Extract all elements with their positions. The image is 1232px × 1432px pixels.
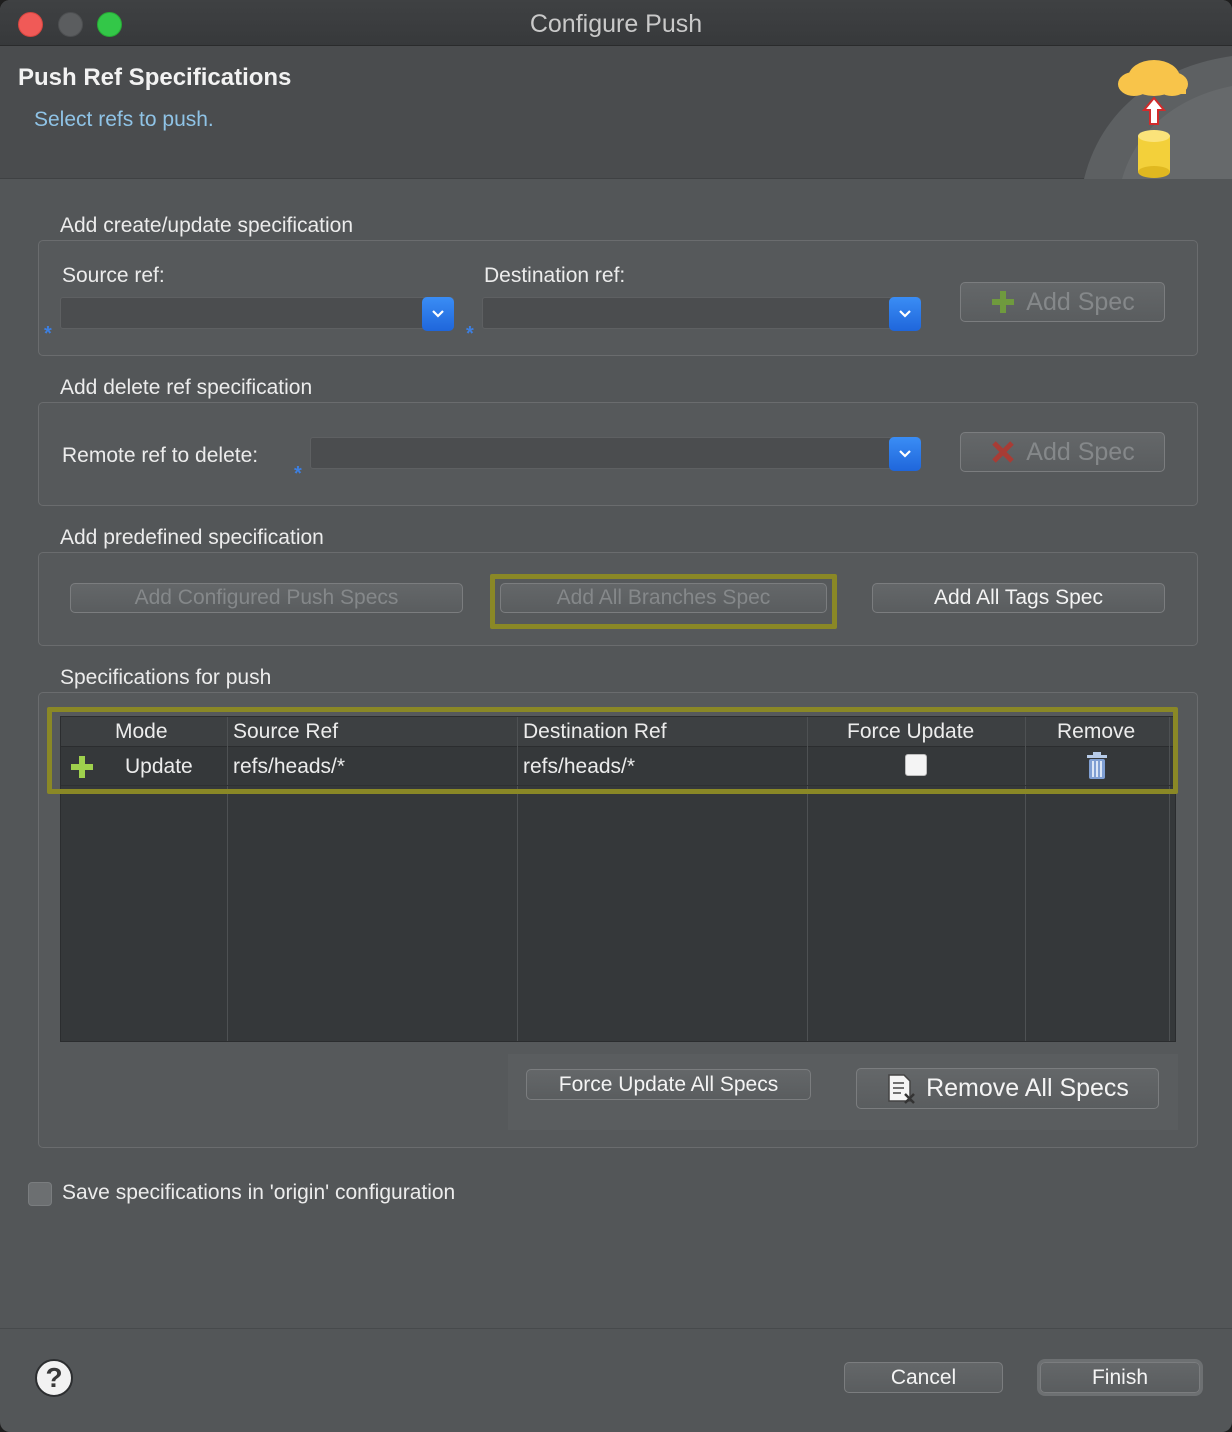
cancel-button[interactable]: Cancel xyxy=(844,1362,1003,1393)
help-icon[interactable]: ? xyxy=(35,1359,73,1397)
remote-required-marker: * xyxy=(294,463,302,485)
specs-table: Mode Source Ref Destination Ref Force Up… xyxy=(60,716,1176,1042)
delete-x-icon xyxy=(992,441,1015,463)
column-header-force-update[interactable]: Force Update xyxy=(847,717,974,747)
destination-required-marker: * xyxy=(466,323,474,345)
page-subtitle: Select refs to push. xyxy=(34,108,214,131)
column-header-destination-ref[interactable]: Destination Ref xyxy=(523,717,667,747)
footer-divider xyxy=(0,1328,1232,1329)
wizard-header: Push Ref Specifications Select refs to p… xyxy=(0,46,1232,179)
remove-all-specs-label: Remove All Specs xyxy=(926,1074,1129,1102)
specs-group-label: Specifications for push xyxy=(60,666,272,689)
window-title: Configure Push xyxy=(529,10,703,38)
save-specs-checkbox[interactable] xyxy=(28,1182,52,1206)
add-delete-spec-button[interactable]: Add Spec xyxy=(960,432,1165,472)
add-all-tags-spec-button[interactable]: Add All Tags Spec xyxy=(872,583,1165,613)
remote-ref-combo[interactable] xyxy=(310,437,921,471)
save-specs-label[interactable]: Save specifications in 'origin' configur… xyxy=(62,1181,455,1205)
column-header-remove[interactable]: Remove xyxy=(1057,717,1135,747)
column-header-mode[interactable]: Mode xyxy=(115,717,168,747)
column-header-source-ref[interactable]: Source Ref xyxy=(233,717,338,747)
source-ref-combo[interactable] xyxy=(60,297,454,331)
remove-all-specs-button[interactable]: Remove All Specs xyxy=(856,1068,1159,1109)
chevron-down-icon[interactable] xyxy=(889,297,921,331)
table-row[interactable]: Update refs/heads/* refs/heads/* xyxy=(61,748,1175,786)
row-destination-ref[interactable]: refs/heads/* xyxy=(523,748,635,786)
force-update-all-specs-button[interactable]: Force Update All Specs xyxy=(526,1069,811,1100)
chevron-down-icon[interactable] xyxy=(889,437,921,471)
source-ref-label: Source ref: xyxy=(62,264,165,287)
force-update-checkbox[interactable] xyxy=(905,754,927,776)
source-required-marker: * xyxy=(44,323,52,345)
table-header: Mode Source Ref Destination Ref Force Up… xyxy=(61,717,1175,747)
row-mode[interactable]: Update xyxy=(125,748,193,786)
add-create-update-spec-button[interactable]: Add Spec xyxy=(960,282,1165,322)
add-spec-label: Add Spec xyxy=(1026,437,1135,466)
destination-ref-combo[interactable] xyxy=(482,297,921,331)
page-title: Push Ref Specifications xyxy=(18,64,292,91)
remove-document-icon xyxy=(888,1073,915,1104)
add-all-branches-spec-button[interactable]: Add All Branches Spec xyxy=(500,583,827,613)
add-plus-icon xyxy=(992,291,1015,313)
chevron-down-icon[interactable] xyxy=(422,297,454,331)
title-bar: Configure Push xyxy=(0,0,1232,46)
finish-button[interactable]: Finish xyxy=(1040,1362,1200,1393)
add-spec-label: Add Spec xyxy=(1026,287,1135,316)
create-update-group-label: Add create/update specification xyxy=(60,214,354,237)
trash-icon[interactable] xyxy=(1085,752,1109,780)
update-plus-icon xyxy=(71,756,93,778)
delete-ref-group-label: Add delete ref specification xyxy=(60,376,313,399)
remote-ref-label: Remote ref to delete: xyxy=(62,444,259,467)
configure-push-dialog: Configure Push Push Ref Specifications S… xyxy=(0,0,1232,1432)
row-source-ref[interactable]: refs/heads/* xyxy=(233,748,345,786)
predefined-group-label: Add predefined specification xyxy=(60,526,324,549)
add-configured-push-specs-button[interactable]: Add Configured Push Specs xyxy=(70,583,463,613)
destination-ref-label: Destination ref: xyxy=(484,264,626,287)
push-banner-icon xyxy=(1084,56,1232,179)
